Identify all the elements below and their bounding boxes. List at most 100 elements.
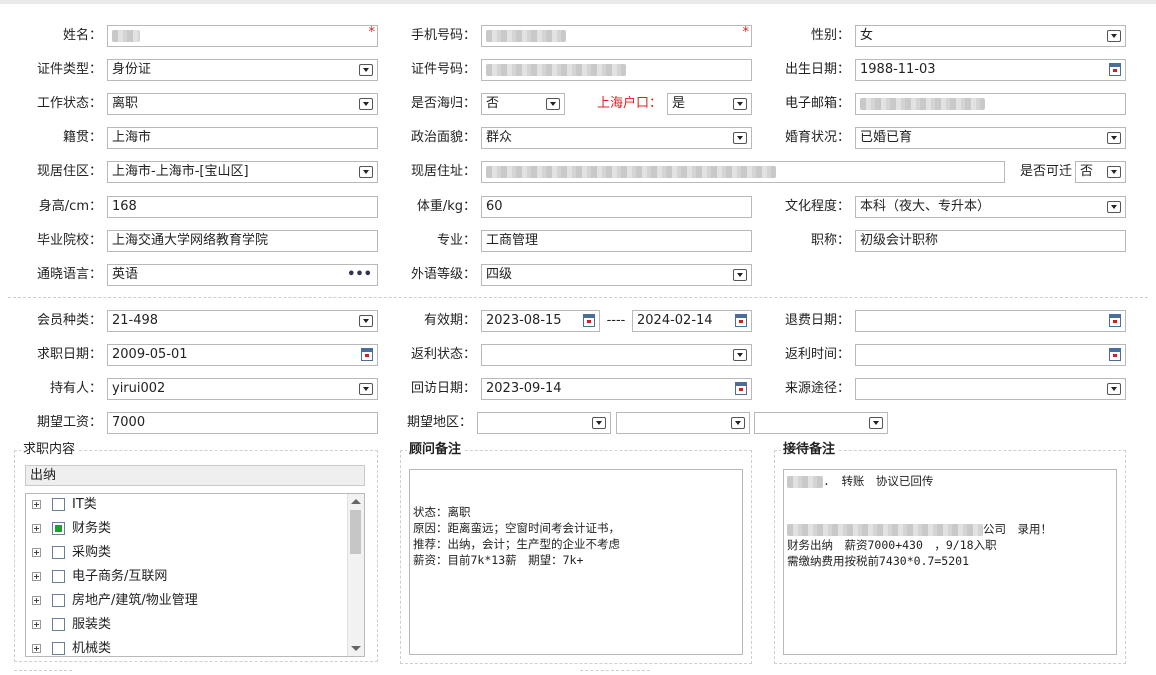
more-options-icon[interactable]: •••: [347, 265, 372, 285]
checkbox[interactable]: [52, 570, 65, 583]
expand-plus-icon[interactable]: [32, 644, 41, 653]
expand-plus-icon[interactable]: [32, 524, 41, 533]
work-status-select[interactable]: 离职: [107, 93, 378, 115]
rebate-time-field[interactable]: [855, 344, 1126, 366]
expand-plus-icon[interactable]: [32, 548, 41, 557]
valid-to-value: 2024-02-14: [637, 313, 713, 328]
address-label: 现居住址：: [410, 164, 476, 179]
scroll-up-icon[interactable]: [351, 499, 361, 504]
name-field[interactable]: *: [107, 25, 378, 47]
reception-notes-fieldset: 接待备注 . 转账 协议已回传 公司 录用！ 财务出纳 薪资7000+430 ，…: [774, 442, 1126, 664]
relocate-select[interactable]: 否: [1075, 161, 1126, 183]
valid-to-field[interactable]: 2024-02-14: [632, 310, 752, 332]
school-field[interactable]: 上海交通大学网络教育学院: [107, 230, 378, 252]
note-text: 转账 协议已回传: [841, 474, 934, 488]
checkbox[interactable]: [52, 594, 65, 607]
chevron-down-icon[interactable]: [733, 349, 747, 361]
calendar-icon[interactable]: [735, 314, 747, 327]
weight-field[interactable]: 60: [481, 196, 752, 218]
returnee-select[interactable]: 否: [481, 93, 565, 115]
blurred-text: [787, 523, 983, 536]
gender-select[interactable]: 女: [855, 25, 1126, 47]
chevron-down-icon[interactable]: [359, 315, 373, 327]
political-label: 政治面貌：: [410, 130, 476, 145]
chevron-down-icon[interactable]: [1107, 383, 1121, 395]
chevron-down-icon[interactable]: [359, 98, 373, 110]
email-field[interactable]: [855, 93, 1126, 115]
school-value: 上海交通大学网络教育学院: [112, 233, 269, 248]
bottom-fieldset-edge: [14, 670, 72, 671]
birth-date-field[interactable]: 1988-11-03: [855, 59, 1126, 81]
checkbox[interactable]: [52, 546, 65, 559]
calendar-icon[interactable]: [361, 348, 373, 361]
source-select[interactable]: [855, 378, 1126, 400]
chevron-down-icon[interactable]: [869, 417, 883, 429]
checkbox[interactable]: [52, 522, 65, 535]
chevron-down-icon[interactable]: [359, 383, 373, 395]
tree-scrollbar[interactable]: [347, 494, 364, 656]
holder-select[interactable]: yirui002: [107, 378, 378, 400]
scroll-thumb[interactable]: [350, 510, 361, 554]
member-type-select[interactable]: 21-498: [107, 310, 378, 332]
major-field[interactable]: 工商管理: [481, 230, 752, 252]
checkbox[interactable]: [52, 642, 65, 655]
expand-plus-icon[interactable]: [32, 620, 41, 629]
required-marker: *: [368, 25, 376, 40]
calendar-icon[interactable]: [1109, 348, 1121, 361]
calendar-icon[interactable]: [1109, 63, 1121, 76]
calendar-icon[interactable]: [1109, 314, 1121, 327]
scroll-down-icon[interactable]: [351, 646, 361, 651]
phone-field[interactable]: *: [481, 25, 752, 47]
hukou-select[interactable]: 是: [667, 93, 752, 115]
tree-list: IT类 财务类 采购类 电子商务/互联网 房地产/建筑/物业管理 服装类 机械类: [30, 494, 346, 656]
education-label: 文化程度：: [784, 199, 850, 214]
language-field[interactable]: 英语 •••: [107, 264, 378, 286]
advisor-notes-textarea[interactable]: 状态：离职 原因：距离蛮远；空窗时间考会计证书， 推荐：出纳，会计；生产型的企业…: [409, 469, 743, 655]
visit-date-field[interactable]: 2023-09-14: [481, 378, 752, 400]
valid-separator: ----: [606, 313, 626, 328]
address-field[interactable]: [481, 161, 1005, 183]
area-district-select[interactable]: [754, 412, 888, 434]
area-city-select[interactable]: [616, 412, 750, 434]
reception-notes-textarea[interactable]: . 转账 协议已回传 公司 录用！ 财务出纳 薪资7000+430 ，9/18入…: [783, 469, 1117, 655]
chevron-down-icon[interactable]: [592, 417, 606, 429]
id-no-field[interactable]: [481, 59, 752, 81]
political-select[interactable]: 群众: [481, 127, 752, 149]
chevron-down-icon[interactable]: [733, 98, 747, 110]
refund-date-field[interactable]: [855, 310, 1126, 332]
id-type-select[interactable]: 身份证: [107, 59, 378, 81]
education-select[interactable]: 本科（夜大、专升本）: [855, 196, 1126, 218]
expand-plus-icon[interactable]: [32, 596, 41, 605]
chevron-down-icon[interactable]: [731, 417, 745, 429]
chevron-down-icon[interactable]: [359, 166, 373, 178]
visit-value: 2023-09-14: [486, 381, 562, 396]
blurred-text: [860, 97, 985, 110]
chevron-down-icon[interactable]: [546, 98, 560, 110]
checkbox[interactable]: [52, 618, 65, 631]
chevron-down-icon[interactable]: [1107, 30, 1121, 42]
district-select[interactable]: 上海市-上海市-[宝山区]: [107, 161, 378, 183]
valid-from-field[interactable]: 2023-08-15: [481, 310, 600, 332]
chevron-down-icon[interactable]: [1107, 166, 1121, 178]
job-date-field[interactable]: 2009-05-01: [107, 344, 378, 366]
height-field[interactable]: 168: [107, 196, 378, 218]
marital-select[interactable]: 已婚已育: [855, 127, 1126, 149]
chevron-down-icon[interactable]: [1107, 132, 1121, 144]
checkbox[interactable]: [52, 498, 65, 511]
native-field[interactable]: 上海市: [107, 127, 378, 149]
chevron-down-icon[interactable]: [733, 132, 747, 144]
area-province-select[interactable]: [477, 412, 611, 434]
job-content-selected[interactable]: 出纳: [25, 465, 365, 486]
title-field[interactable]: 初级会计职称: [855, 230, 1126, 252]
calendar-icon[interactable]: [583, 314, 595, 327]
job-category-tree[interactable]: IT类 财务类 采购类 电子商务/互联网 房地产/建筑/物业管理 服装类 机械类: [25, 493, 365, 657]
chevron-down-icon[interactable]: [359, 64, 373, 76]
foreign-level-select[interactable]: 四级: [481, 264, 752, 286]
chevron-down-icon[interactable]: [1107, 201, 1121, 213]
salary-field[interactable]: 7000: [107, 412, 378, 434]
rebate-status-select[interactable]: [481, 344, 752, 366]
expand-plus-icon[interactable]: [32, 572, 41, 581]
chevron-down-icon[interactable]: [733, 269, 747, 281]
expand-plus-icon[interactable]: [32, 500, 41, 509]
calendar-icon[interactable]: [735, 382, 747, 395]
